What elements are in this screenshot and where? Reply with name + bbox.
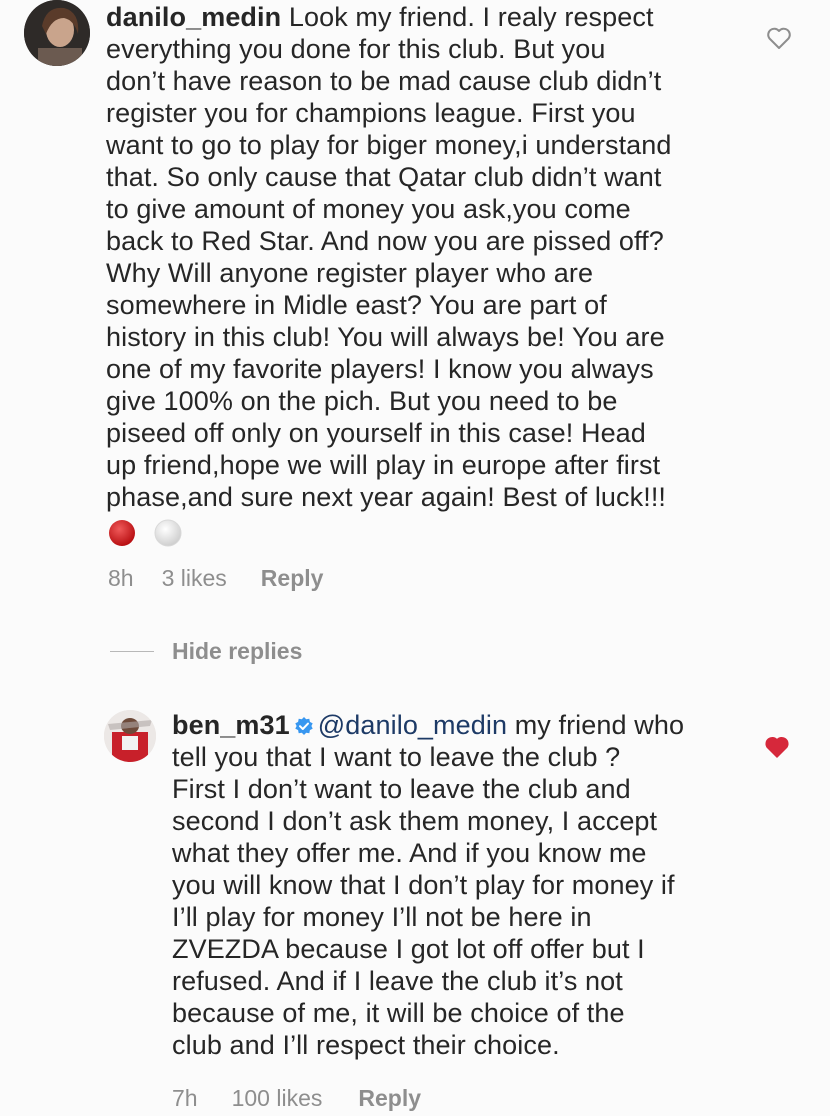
divider-line <box>110 651 154 652</box>
avatar[interactable] <box>24 0 90 66</box>
reply-body-line: tell you that I want to leave the club ? <box>172 742 621 772</box>
reply-body-line: my friend who <box>507 710 685 740</box>
reply-button[interactable]: Reply <box>358 1085 421 1112</box>
hide-replies-button[interactable]: Hide replies <box>110 638 302 665</box>
liked-heart-icon[interactable] <box>764 735 790 759</box>
reply-body-line: refused. And if I leave the club it’s no… <box>172 966 623 996</box>
red-circle-emoji-icon <box>109 520 135 546</box>
reply-body-line: second I don’t ask them money, I accept <box>172 806 658 836</box>
comment-body-line: want to go to play for biger money,i und… <box>106 130 672 160</box>
reply-body-line: club and I’ll respect their choice. <box>172 1030 560 1060</box>
reply-username[interactable]: ben_m31 <box>172 710 290 740</box>
reply-button[interactable]: Reply <box>261 565 324 592</box>
comment-body-line: history in this club! You will always be… <box>106 322 665 352</box>
comment-body-line: that. So only cause that Qatar club didn… <box>106 162 662 192</box>
comment-body-line: up friend,hope we will play in europe af… <box>106 450 661 480</box>
comment-body-line: phase,and sure next year again! Best of … <box>106 482 667 512</box>
mention-link[interactable]: @danilo_medin <box>318 710 507 740</box>
comment-body-line: give 100% on the pich. But you need to b… <box>106 386 618 416</box>
comment-body-line: register you for champions league. First… <box>106 98 636 128</box>
comment-body-line: to give amount of money you ask,you come <box>106 194 631 224</box>
comment-body-line: everything you done for this club. But y… <box>106 34 606 64</box>
like-heart-icon[interactable] <box>766 26 792 50</box>
comment-body-line: Why Will anyone register player who are <box>106 258 594 288</box>
comment-username[interactable]: danilo_medin <box>106 2 281 32</box>
reply-body-line: you will know that I don’t play for mone… <box>172 870 675 900</box>
comment-body-line: don’t have reason to be mad cause club d… <box>106 66 662 96</box>
profile-photo-icon <box>104 710 156 762</box>
hide-replies-label: Hide replies <box>172 638 303 664</box>
comment-body-line: piseed off only on yourself in this case… <box>106 418 646 448</box>
verified-badge-icon <box>295 717 313 735</box>
reply-meta: 7h 100 likes Reply <box>172 1085 421 1112</box>
profile-photo-icon <box>24 0 90 66</box>
comment-time: 8h <box>108 565 134 591</box>
comment-body-line: somewhere in Midle east? You are part of <box>106 290 607 320</box>
white-circle-emoji-icon <box>154 519 182 547</box>
reply-body-line: what they offer me. And if you know me <box>172 838 647 868</box>
reply-body-line: because of me, it will be choice of the <box>172 998 625 1028</box>
reply-text: ben_m31 @danilo_medin my friend who tell … <box>172 709 762 1061</box>
reply-body-line: ZVEZDA because I got lot off offer but I <box>172 934 645 964</box>
likes-count[interactable]: 3 likes <box>162 565 227 592</box>
reply-body-line: First I don’t want to leave the club and <box>172 774 631 804</box>
comment-line: danilo_medin Look my friend. I realy res… <box>106 1 746 33</box>
comments-thread: danilo_medin Look my friend. I realy res… <box>0 0 830 1116</box>
reply-line: ben_m31 @danilo_medin my friend who <box>172 709 762 741</box>
likes-count[interactable]: 100 likes <box>232 1085 323 1112</box>
comment-body-line: one of my favorite players! I know you a… <box>106 354 654 384</box>
comment-meta: 8h 3 likes Reply <box>108 565 323 592</box>
reply-avatar[interactable] <box>104 710 156 762</box>
comment-body-line: back to Red Star. And now you are pissed… <box>106 226 664 256</box>
reply-time: 7h <box>172 1085 198 1111</box>
comment-text: danilo_medin Look my friend. I realy res… <box>106 1 746 513</box>
comment-body-line: Look my friend. I realy respect <box>288 2 654 32</box>
reply-body-line: I’ll play for money I’ll not be here in <box>172 902 592 932</box>
